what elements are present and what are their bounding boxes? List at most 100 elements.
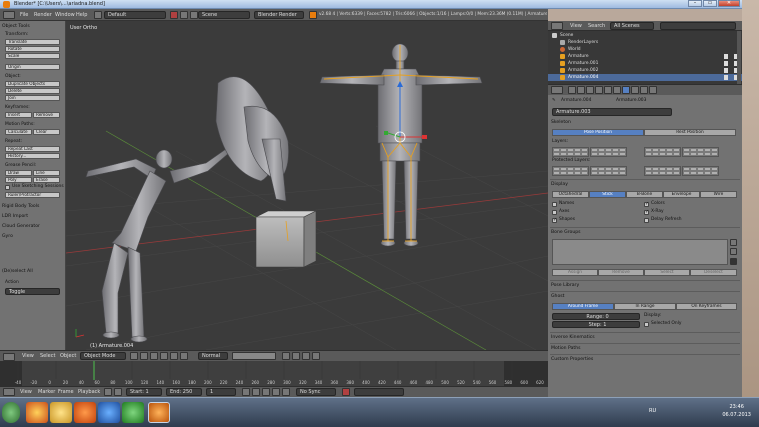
grease-erase-button[interactable]: Erase	[33, 177, 60, 183]
maximize-button[interactable]: ▭	[703, 0, 717, 7]
rest-position-button[interactable]: Rest Position	[644, 129, 736, 136]
action-dropdown[interactable]: Toggle	[5, 288, 60, 295]
inverse-kinematics-panel-header[interactable]: Inverse Kinematics	[551, 334, 595, 341]
repeat-last-button[interactable]: Repeat Last	[5, 146, 60, 152]
in-range-button[interactable]: In Range	[614, 303, 676, 310]
play-icon[interactable]	[272, 388, 280, 396]
preview-range-icon[interactable]	[114, 388, 122, 396]
ghost-range-field[interactable]: Range: 0	[552, 313, 640, 320]
around-frame-button[interactable]: Around Frame	[552, 303, 614, 310]
visibility-icon[interactable]	[724, 75, 738, 80]
pose-library-panel-header[interactable]: Pose Library	[551, 282, 579, 289]
jump-start-icon[interactable]	[242, 388, 250, 396]
protected-layers-grid[interactable]	[644, 166, 681, 176]
visibility-icon[interactable]	[724, 61, 738, 66]
snap-icon[interactable]	[282, 352, 290, 360]
motion-clear-button[interactable]: Clear	[33, 129, 60, 135]
translate-manip-icon[interactable]	[160, 352, 168, 360]
bone-groups-list[interactable]	[552, 239, 728, 265]
minimize-button[interactable]: –	[688, 0, 702, 7]
constraints-tab-icon[interactable]	[613, 86, 621, 94]
visibility-icon[interactable]	[724, 54, 738, 59]
history-button[interactable]: History...	[5, 153, 60, 159]
bone-groups-panel-header[interactable]: Bone Groups	[551, 229, 581, 236]
word-taskbar-icon[interactable]	[98, 402, 120, 423]
auto-key-icon[interactable]	[342, 388, 350, 396]
ldr-import-header[interactable]: LDR Import	[2, 214, 28, 220]
outliner-row[interactable]: Armature.002	[548, 67, 742, 74]
orientation-dropdown[interactable]: Normal	[198, 352, 228, 360]
prev-keyframe-icon[interactable]	[252, 388, 260, 396]
grease-poly-button[interactable]: Poly	[5, 177, 32, 183]
keyframe-remove-button[interactable]: Remove	[33, 112, 60, 118]
bone-layers-grid[interactable]	[590, 147, 627, 157]
outliner[interactable]: Scene RenderLayers World Armature Armatu…	[548, 31, 742, 84]
tray-icons[interactable]	[664, 408, 704, 416]
join-button[interactable]: Join	[5, 95, 60, 101]
layout-add-icon[interactable]	[180, 11, 188, 19]
cube-mesh[interactable]	[255, 210, 317, 268]
select-menu[interactable]: Select	[40, 352, 55, 360]
render-tab-icon[interactable]	[568, 86, 576, 94]
play-reverse-icon[interactable]	[262, 388, 270, 396]
outliner-search-menu[interactable]: Search	[588, 22, 605, 30]
bent-figure-mesh[interactable]	[85, 148, 230, 343]
wire-button[interactable]: Wire	[700, 191, 737, 198]
view-menu[interactable]: View	[22, 352, 34, 360]
protected-layers-grid[interactable]	[682, 166, 719, 176]
octahedral-button[interactable]: Octahedral	[552, 191, 589, 198]
scene-tab-icon[interactable]	[586, 86, 594, 94]
bone-layers-grid[interactable]	[682, 147, 719, 157]
3d-viewport[interactable]: User Ortho (1) Armature.004	[66, 21, 548, 350]
keying-set-field[interactable]	[354, 388, 404, 396]
motion-paths-panel-header[interactable]: Motion Paths	[551, 345, 581, 352]
visibility-icon[interactable]	[724, 68, 738, 73]
shading-icon[interactable]	[130, 352, 138, 360]
outliner-row[interactable]: Armature.001	[548, 60, 742, 67]
select-button[interactable]: Select	[644, 269, 690, 276]
timeline-marker-menu[interactable]: Marker	[38, 388, 55, 396]
sync-dropdown[interactable]: No Sync	[296, 388, 336, 396]
texture-tab-icon[interactable]	[649, 86, 657, 94]
timeline-view-menu[interactable]: View	[20, 388, 32, 396]
skeleton-panel-header[interactable]: Skeleton	[551, 119, 571, 126]
on-keyframes-button[interactable]: On Keyframes	[676, 303, 737, 310]
colors-checkbox[interactable]	[644, 201, 649, 207]
pin-icon[interactable]: ✎	[552, 98, 556, 104]
assign-button[interactable]: Assign	[552, 269, 598, 276]
editor-type-outliner-icon[interactable]	[551, 22, 563, 30]
object-breadcrumb[interactable]: Armature.004	[561, 98, 591, 104]
outliner-row[interactable]: Armature	[548, 53, 742, 60]
record-icon[interactable]	[104, 388, 112, 396]
motion-calculate-button[interactable]: Calculate	[5, 129, 32, 135]
explorer-taskbar-icon[interactable]	[50, 402, 72, 423]
scale-button[interactable]: Scale	[5, 53, 60, 59]
protected-layers-grid[interactable]	[590, 166, 627, 176]
outliner-row-selected[interactable]: Armature.004	[548, 74, 742, 81]
menu-file[interactable]: File	[20, 11, 28, 19]
current-frame-field[interactable]: 1	[206, 388, 236, 396]
render-engine-dropdown[interactable]: Blender Render	[254, 11, 304, 19]
ruler-protractor-button[interactable]: Ruler/Protractor	[5, 192, 60, 198]
envelope-button[interactable]: Envelope	[663, 191, 700, 198]
outliner-scope-dropdown[interactable]: All Scenes	[610, 22, 654, 30]
layout-remove-icon[interactable]	[170, 11, 178, 19]
next-keyframe-icon[interactable]	[282, 388, 290, 396]
grease-line-button[interactable]: Line	[33, 170, 60, 176]
deselect-all-header[interactable]: (De)select All	[2, 269, 33, 275]
bone-group-menu-icon[interactable]	[730, 258, 737, 265]
stick-button[interactable]: Stick	[589, 191, 626, 198]
outliner-row[interactable]: World	[548, 46, 742, 53]
world-tab-icon[interactable]	[595, 86, 603, 94]
delay-refresh-checkbox[interactable]	[644, 218, 649, 223]
chrome-taskbar-icon[interactable]	[26, 402, 48, 423]
gyro-header[interactable]: Gyro	[2, 234, 13, 240]
armature-data-tab-icon[interactable]	[622, 86, 630, 94]
pose-position-button[interactable]: Pose Position	[552, 129, 644, 136]
outliner-search-field[interactable]	[660, 22, 736, 30]
language-indicator[interactable]: RU	[649, 408, 656, 414]
scale-manip-icon[interactable]	[180, 352, 188, 360]
custom-properties-panel-header[interactable]: Custom Properties	[551, 356, 593, 363]
manipulator-icon[interactable]	[150, 352, 158, 360]
translate-button[interactable]: Translate	[5, 39, 60, 45]
